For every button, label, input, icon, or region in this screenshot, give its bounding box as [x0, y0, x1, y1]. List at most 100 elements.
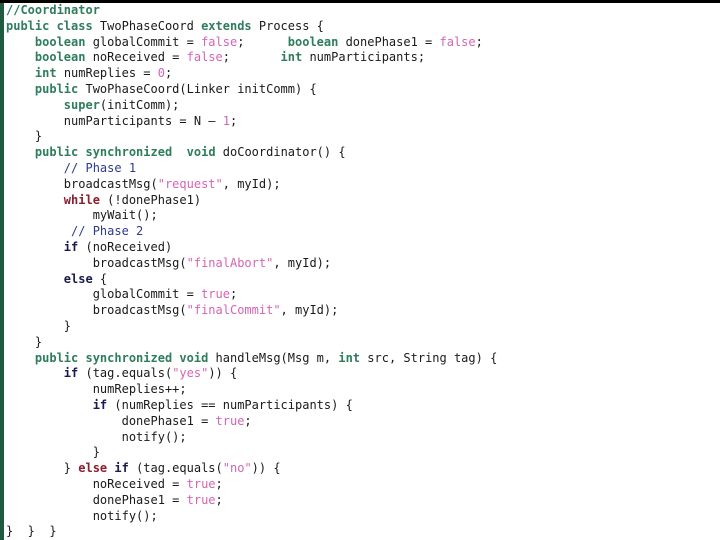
code-token-plain: numParticipants = N	[6, 113, 209, 128]
code-token-plain: (!donePhase1)	[107, 192, 202, 207]
code-token-kw-ctrl: while	[63, 192, 108, 207]
code-line: while (!donePhase1)	[6, 193, 720, 209]
code-token-lit: true	[215, 413, 245, 428]
code-line: } else if (tag.equals("no")) {	[6, 461, 720, 477]
code-token-plain: ;	[237, 34, 288, 49]
code-token-plain: notify();	[6, 508, 158, 523]
code-token-plain: donePhase1 =	[345, 34, 440, 49]
code-line: numParticipants = N – 1;	[6, 114, 720, 130]
code-token-lit: 1	[222, 113, 230, 128]
code-token-lit: "request"	[157, 176, 223, 191]
code-token-kw-type: public synchronized	[34, 145, 180, 160]
code-token-kw-ctrl: else	[78, 461, 115, 476]
code-line: public synchronized void doCoordinator()…	[6, 145, 720, 161]
code-line: }	[6, 335, 720, 351]
code-token-plain: myWait();	[6, 208, 158, 223]
code-token-kw-cond: if	[63, 366, 86, 381]
code-line: notify();	[6, 430, 720, 446]
code-token-lit: "yes"	[172, 366, 209, 381]
code-line: }	[6, 445, 720, 461]
code-line: numReplies++;	[6, 382, 720, 398]
code-line: donePhase1 = true;	[6, 414, 720, 430]
code-token-plain: Process {	[258, 18, 324, 33]
code-token-lit: "finalAbort"	[186, 255, 274, 270]
code-line: notify();	[6, 509, 720, 525]
code-line: noReceived = true;	[6, 477, 720, 493]
code-line: if (tag.equals("yes")) {	[6, 366, 720, 382]
code-token-kw-type: int	[338, 350, 368, 365]
code-token-plain: }	[6, 318, 72, 333]
code-token-lit: true	[186, 476, 216, 491]
code-token-plain: }	[6, 129, 43, 144]
code-token-plain: ;	[475, 34, 483, 49]
code-token-lit: true	[201, 287, 230, 302]
code-token-plain: )) {	[208, 366, 238, 381]
code-line: boolean globalCommit = false; boolean do…	[6, 35, 720, 51]
code-token-cmt: // Phase 1	[63, 160, 137, 175]
code-token-plain: numParticipants;	[309, 50, 426, 65]
code-token-lit: false	[201, 34, 238, 49]
code-token-kw-type: boolean	[287, 34, 346, 49]
code-token-lit: false	[439, 34, 476, 49]
code-token-plain: handleMsg(Msg m,	[215, 350, 339, 365]
code-token-plain: ;	[164, 66, 173, 81]
code-line: broadcastMsg("finalCommit", myId);	[6, 303, 720, 319]
code-line: }	[6, 129, 720, 145]
code-token-kw-type: void	[186, 145, 223, 160]
left-accent-bar	[0, 3, 4, 540]
code-token-plain: donePhase1 =	[6, 413, 216, 428]
code-line: public TwoPhaseCoord(Linker initComm) {	[6, 82, 720, 98]
code-token-plain: globalCommit =	[92, 34, 202, 49]
code-line: if (noReceived)	[6, 240, 720, 256]
code-token-plain: numReplies++;	[6, 382, 187, 397]
code-token-plain: –	[208, 113, 223, 128]
code-token-lit: true	[186, 492, 216, 507]
code-token-plain: src, String tag) {	[367, 350, 498, 365]
code-token-plain: broadcastMsg(	[6, 176, 158, 191]
code-line: int numReplies = 0;	[6, 66, 720, 82]
code-token-plain: (tag.equals(	[136, 461, 223, 476]
code-token-kw-type: public class	[6, 18, 100, 33]
code-line: else {	[6, 272, 720, 288]
code-token-plain: noReceived =	[6, 476, 187, 491]
code-token-plain: )) {	[251, 461, 281, 476]
code-token-plain: doCoordinator() {	[222, 145, 346, 160]
code-token-kw-cond: if	[92, 397, 115, 412]
code-token-kw-type: super	[63, 97, 100, 112]
code-token-plain: (initComm);	[99, 97, 180, 112]
code-token-kw-cond: else	[63, 271, 100, 286]
code-token-cmt-top: //Coordinator	[6, 3, 100, 17]
code-token-kw-type: boolean	[34, 50, 93, 65]
code-token-plain: }	[6, 461, 79, 476]
code-token-plain: ;	[215, 476, 223, 491]
code-token-lit: "no"	[222, 461, 252, 476]
code-line: //Coordinator	[6, 3, 720, 19]
code-token-plain: TwoPhaseCoord	[99, 18, 202, 33]
code-token-plain: ;	[229, 287, 238, 302]
code-token-plain: } } }	[6, 524, 57, 539]
code-line: // Phase 1	[6, 161, 720, 177]
code-token-plain: }	[6, 334, 43, 349]
code-token-kw-type: int	[34, 66, 64, 81]
code-token-plain: (tag.equals(	[85, 366, 173, 381]
code-token-plain: ;	[229, 113, 238, 128]
code-token-kw-type: int	[280, 50, 310, 65]
code-token-lit: false	[186, 50, 223, 65]
code-line: globalCommit = true;	[6, 287, 720, 303]
code-line: if (numReplies == numParticipants) {	[6, 398, 720, 414]
code-token-kw-type: public	[34, 81, 86, 96]
code-token-plain: numReplies =	[63, 66, 158, 81]
code-token-plain: , myId);	[280, 303, 339, 318]
code-token-plain: (numReplies == numParticipants) {	[114, 397, 353, 412]
code-line: boolean noReceived = false; int numParti…	[6, 50, 720, 66]
code-token-kw-type: extends	[201, 18, 259, 33]
